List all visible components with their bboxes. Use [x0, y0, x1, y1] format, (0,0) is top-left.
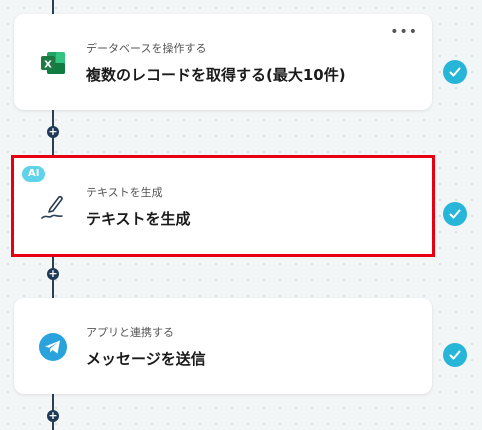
completed-check-icon [443, 202, 467, 226]
step-title: メッセージを送信 [86, 350, 206, 368]
step-title: テキストを生成 [86, 210, 191, 228]
add-step-button[interactable]: + [47, 268, 59, 280]
svg-text:X: X [44, 60, 52, 71]
step-subtitle: アプリと連携する [86, 326, 174, 339]
step-title: 複数のレコードを取得する(最大10件) [86, 66, 346, 84]
flow-step-card-selected[interactable]: テキストを生成 テキストを生成 [11, 155, 435, 257]
flow-step-card[interactable]: アプリと連携する メッセージを送信 [14, 298, 432, 394]
more-options-button[interactable]: ••• [390, 24, 418, 40]
flow-connector [52, 0, 54, 14]
excel-icon: X [38, 48, 68, 78]
completed-check-icon [443, 60, 467, 84]
pen-icon [38, 192, 68, 222]
completed-check-icon [443, 343, 467, 367]
telegram-icon [38, 332, 68, 362]
ai-badge: AI [22, 166, 46, 182]
step-subtitle: テキストを生成 [86, 186, 163, 199]
step-subtitle: データベースを操作する [86, 42, 207, 55]
add-step-button[interactable]: + [47, 410, 59, 422]
flow-step-card[interactable]: X データベースを操作する 複数のレコードを取得する(最大10件) ••• [14, 14, 432, 110]
add-step-button[interactable]: + [47, 126, 59, 138]
